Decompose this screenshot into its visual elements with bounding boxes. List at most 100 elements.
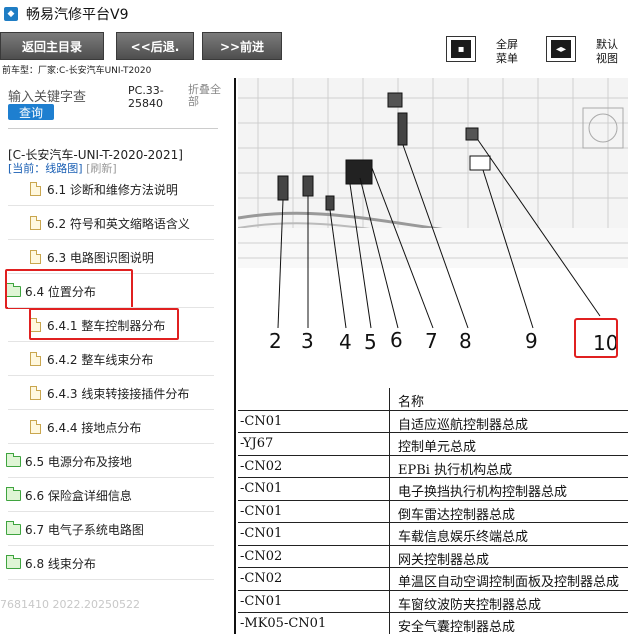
- folder-icon: [6, 486, 21, 501]
- tree-item-label: 6.4.2 整车线束分布: [47, 352, 154, 367]
- callout-label-6: 6: [390, 328, 403, 352]
- search-button[interactable]: 查询: [8, 104, 54, 120]
- back-button[interactable]: <<后退.: [116, 32, 194, 60]
- fold-all-link[interactable]: 折叠全 部: [188, 84, 228, 108]
- table-row[interactable]: -CN01 自适应巡航控制器总成: [238, 411, 628, 433]
- row-name: 安全气囊控制器总成: [398, 620, 516, 634]
- tree-item-6-4-2[interactable]: 6.4.2 整车线束分布: [30, 348, 153, 370]
- back-to-main-button[interactable]: 返回主目录: [0, 32, 104, 60]
- tree-item-label: 6.1 诊断和维修方法说明: [47, 182, 178, 197]
- split-view-icon: ◂▸: [551, 40, 571, 58]
- row-code: -CN01: [240, 481, 283, 496]
- table-row[interactable]: -CN02 网关控制器总成: [238, 546, 628, 568]
- callout-label-9: 9: [525, 329, 538, 353]
- left-panel: 输入关键字查 查询 PC.33- 25840 折叠全 部 [C-长安汽车-UNI…: [0, 78, 236, 634]
- pc-code-line1: PC.33-: [128, 84, 164, 97]
- folder-icon: [6, 452, 21, 467]
- document-icon: [30, 182, 41, 196]
- watermark-text: 7681410 2022.20250522: [0, 598, 140, 611]
- refresh-link[interactable]: [刷新]: [86, 162, 117, 175]
- tree-item-label: 6.7 电气子系统电路图: [25, 522, 144, 537]
- divider: [8, 375, 214, 376]
- current-view-label[interactable]: [当前：线路图]: [8, 162, 83, 175]
- fullscreen-menu-label[interactable]: 全屏 菜单: [490, 38, 524, 66]
- tree-item-6-4-3[interactable]: 6.4.3 线束转接接插件分布: [30, 382, 189, 404]
- folder-icon: [6, 520, 21, 535]
- divider: [8, 128, 218, 129]
- row-code: -CN01: [240, 413, 283, 429]
- forward-button[interactable]: >>前进: [202, 32, 282, 60]
- row-name: 车载信息娱乐终端总成: [398, 530, 529, 545]
- tree-item-label: 6.6 保险盒详细信息: [25, 488, 132, 503]
- callout-label-10: 10: [593, 331, 618, 355]
- table-row[interactable]: -CN01 倒车雷达控制器总成: [238, 501, 628, 523]
- folder-icon: [6, 554, 21, 569]
- row-name: 控制单元总成: [398, 440, 477, 455]
- row-code: -CN01: [240, 593, 283, 609]
- pc-code: PC.33- 25840: [128, 84, 188, 110]
- table-row[interactable]: -CN02 EPBi 执行机构总成: [238, 456, 628, 478]
- document-icon: [30, 352, 41, 366]
- row-code: -CN02: [240, 571, 283, 586]
- row-code: -YJ67: [240, 436, 274, 451]
- default-label: 默认: [596, 38, 618, 51]
- row-name: 倒车雷达控制器总成: [398, 507, 516, 523]
- fold-all-line2: 部: [188, 95, 199, 108]
- table-row[interactable]: -CN01 电子换挡执行机构控制器总成: [238, 478, 628, 501]
- table-row[interactable]: -MK05-CN01 安全气囊控制器总成: [238, 613, 628, 634]
- divider: [8, 239, 214, 240]
- row-code: -CN01: [240, 526, 283, 541]
- divider: [8, 409, 214, 410]
- default-view-button[interactable]: ◂▸: [546, 36, 576, 62]
- tree-item-6-7[interactable]: 6.7 电气子系统电路图: [6, 518, 144, 540]
- tree-item-6-8[interactable]: 6.8 线束分布: [6, 552, 96, 574]
- fullscreen-button[interactable]: ▪: [446, 36, 476, 62]
- title-bar: ◆ 畅易汽修平台V9: [0, 0, 628, 28]
- divider: [8, 579, 214, 580]
- divider: [8, 205, 214, 206]
- row-code: -MK05-CN01: [240, 616, 327, 631]
- tree-item-6-2[interactable]: 6.2 符号和英文缩略语含义: [30, 212, 190, 234]
- search-input[interactable]: 输入关键字查: [8, 86, 86, 105]
- row-name: 车窗纹波防夹控制器总成: [398, 597, 542, 613]
- table-row[interactable]: -CN02 单温区自动空调控制面板及控制器总成: [238, 568, 628, 591]
- app-logo-icon: ◆: [4, 7, 18, 21]
- tree-item-6-3[interactable]: 6.3 电路图识图说明: [30, 246, 154, 268]
- fullscreen-icon: ▪: [451, 40, 471, 58]
- document-icon: [30, 250, 41, 264]
- table-row[interactable]: -YJ67 控制单元总成: [238, 433, 628, 456]
- divider: [8, 477, 214, 478]
- tree-item-6-4-4[interactable]: 6.4.4 接地点分布: [30, 416, 141, 438]
- tree-item-6-6[interactable]: 6.6 保险盒详细信息: [6, 484, 132, 506]
- row-name: 网关控制器总成: [398, 552, 490, 568]
- tree-item-label: 6.5 电源分布及接地: [25, 454, 132, 469]
- divider: [8, 341, 214, 342]
- diagram-background: [238, 78, 628, 268]
- app-window: ◆ 畅易汽修平台V9 返回主目录 <<后退. >>前进 ▪ 全屏 菜单 ◂▸ 默…: [0, 0, 628, 634]
- tree-item-label: 6.2 符号和英文缩略语含义: [47, 216, 190, 231]
- table-row[interactable]: -CN01 车载信息娱乐终端总成: [238, 523, 628, 546]
- tree-item-6-1[interactable]: 6.1 诊断和维修方法说明: [30, 178, 178, 200]
- component-location-diagram: 2 3 4 5 6 7 8 9 10: [238, 78, 628, 390]
- table-header: 名称: [238, 388, 628, 411]
- divider: [8, 443, 214, 444]
- current-view: [当前：线路图] [刷新]: [8, 160, 117, 176]
- document-icon: [30, 386, 41, 400]
- row-code: -CN01: [240, 503, 283, 519]
- right-panel: 2 3 4 5 6 7 8 9 10 名称 -CN01 自适应巡航控制器总成 -…: [238, 78, 628, 634]
- row-code: -CN02: [240, 548, 283, 564]
- document-icon: [30, 216, 41, 230]
- tree-item-label: 6.3 电路图识图说明: [47, 250, 154, 265]
- default-view-label[interactable]: 默认 视图: [590, 38, 624, 66]
- highlight-box: [29, 308, 179, 340]
- row-name: 单温区自动空调控制面板及控制器总成: [398, 575, 620, 590]
- highlight-box: [5, 269, 133, 309]
- pc-code-line2: 25840: [128, 97, 163, 110]
- menu-label: 菜单: [496, 52, 518, 65]
- row-name: 电子换挡执行机构控制器总成: [398, 485, 568, 500]
- tree-item-6-5[interactable]: 6.5 电源分布及接地: [6, 450, 132, 472]
- divider: [8, 511, 214, 512]
- tree-item-label: 6.4.4 接地点分布: [47, 420, 142, 435]
- table-row[interactable]: -CN01 车窗纹波防夹控制器总成: [238, 591, 628, 613]
- divider: [8, 545, 214, 546]
